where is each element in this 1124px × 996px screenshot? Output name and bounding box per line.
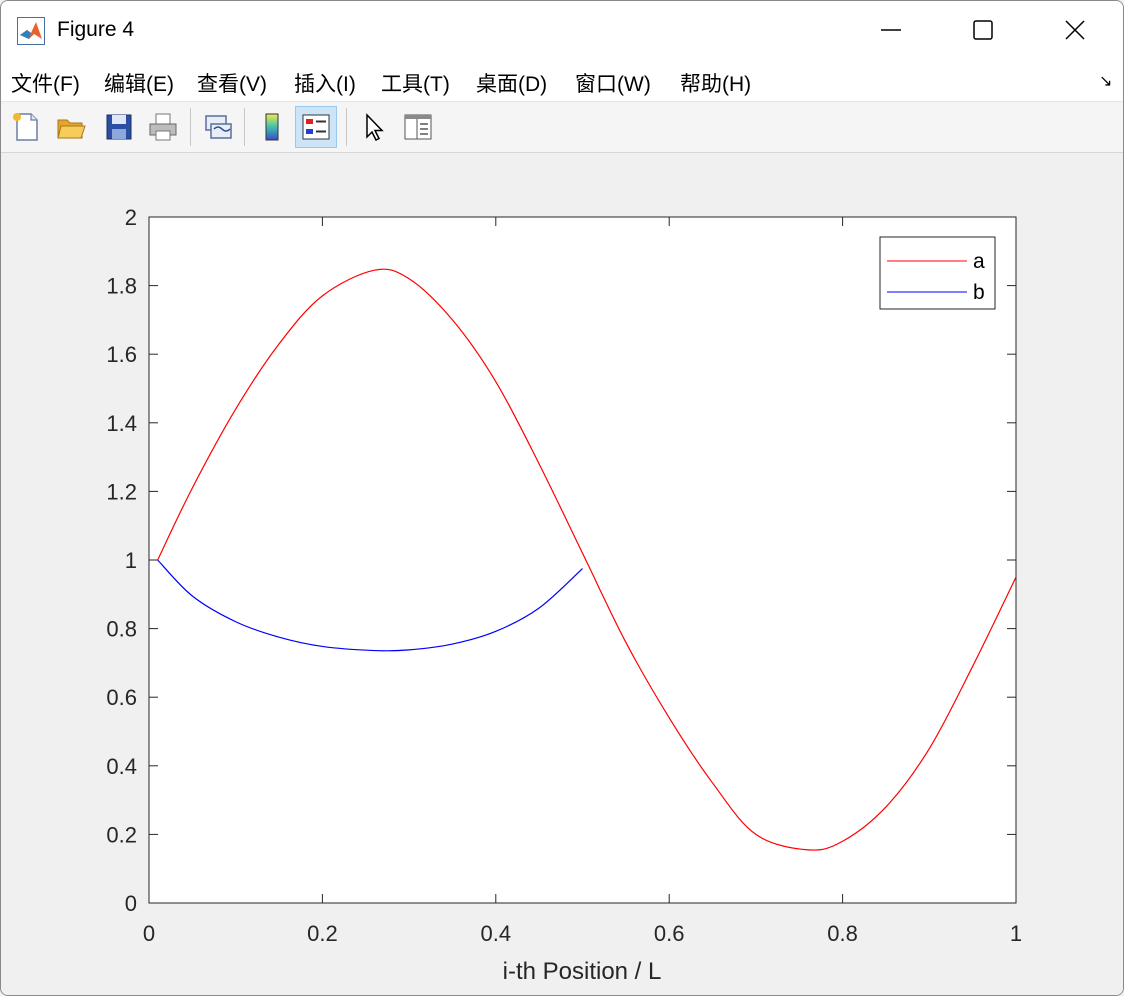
dock-arrow-icon[interactable]: ↘ — [1099, 71, 1112, 91]
maximize-icon — [973, 20, 993, 40]
y-tick-label: 0.4 — [106, 754, 137, 779]
menu-help[interactable]: 帮助(H) — [680, 68, 751, 98]
y-tick-label: 1 — [125, 548, 137, 573]
y-tick-label: 1.6 — [106, 342, 137, 367]
x-tick-label: 0 — [143, 921, 155, 946]
maximize-button[interactable] — [937, 1, 1029, 59]
pointer-icon[interactable] — [353, 106, 395, 148]
menu-tools[interactable]: 工具(T) — [381, 68, 450, 98]
new-figure-icon[interactable] — [5, 106, 47, 148]
y-tick-label: 0.8 — [106, 617, 137, 642]
menu-insert[interactable]: 插入(I) — [294, 68, 356, 98]
y-tick-label: 1.4 — [106, 411, 137, 436]
x-tick-label: 0.4 — [481, 921, 512, 946]
legend-icon[interactable] — [295, 106, 337, 148]
property-inspector-icon[interactable] — [397, 106, 439, 148]
menu-desktop[interactable]: 桌面(D) — [476, 68, 547, 98]
menu-bar: 文件(F) 编辑(E) 查看(V) 插入(I) 工具(T) 桌面(D) 窗口(W… — [1, 59, 1123, 102]
y-tick-label: 1.2 — [106, 479, 137, 504]
y-tick-label: 0 — [125, 891, 137, 916]
x-tick-label: 0.6 — [654, 921, 685, 946]
legend-label-a: a — [973, 250, 985, 273]
colorbar-icon[interactable] — [251, 106, 293, 148]
print-icon[interactable] — [142, 106, 184, 148]
figure-toolbar — [1, 102, 1123, 153]
x-tick-label: 1 — [1010, 921, 1022, 946]
x-tick-label: 0.8 — [827, 921, 858, 946]
toolbar-separator — [190, 108, 191, 146]
x-tick-label: 0.2 — [307, 921, 338, 946]
matlab-icon — [17, 17, 45, 45]
y-tick-label: 0.2 — [106, 822, 137, 847]
y-tick-label: 2 — [125, 205, 137, 230]
legend-label-b: b — [973, 281, 985, 304]
window-title: Figure 4 — [57, 18, 135, 41]
legend[interactable]: a b — [879, 236, 996, 310]
minimize-icon — [881, 29, 901, 31]
plot-svg[interactable]: 0 0.2 0.4 0.6 0.8 1 0 0.2 0.4 0.6 0.8 1 1.2 1.4 1.6 1.8… — [1, 153, 1123, 995]
close-icon — [1065, 20, 1085, 40]
figure-window: Figure 4 文件(F) 编辑(E) 查看(V) 插入(I) 工具(T) 桌… — [0, 0, 1124, 996]
toolbar-separator — [346, 108, 347, 146]
minimize-button[interactable] — [845, 1, 937, 59]
close-button[interactable] — [1029, 1, 1121, 59]
y-tick-label: 1.8 — [106, 274, 137, 299]
menu-edit[interactable]: 编辑(E) — [104, 68, 174, 98]
save-icon[interactable] — [98, 106, 140, 148]
menu-view[interactable]: 查看(V) — [197, 68, 267, 98]
open-file-icon[interactable] — [50, 106, 92, 148]
toolbar-separator — [244, 108, 245, 146]
y-tick-label: 0.6 — [106, 685, 137, 710]
figure-canvas[interactable]: 0 0.2 0.4 0.6 0.8 1 0 0.2 0.4 0.6 0.8 1 1.2 1.4 1.6 1.8… — [1, 153, 1123, 995]
axes-box[interactable] — [148, 216, 1017, 904]
menu-window[interactable]: 窗口(W) — [575, 68, 651, 98]
title-bar[interactable]: Figure 4 — [1, 1, 1123, 59]
x-axis-label: i-th Position / L — [503, 958, 662, 985]
link-plot-icon[interactable] — [197, 106, 239, 148]
menu-file[interactable]: 文件(F) — [11, 68, 80, 98]
